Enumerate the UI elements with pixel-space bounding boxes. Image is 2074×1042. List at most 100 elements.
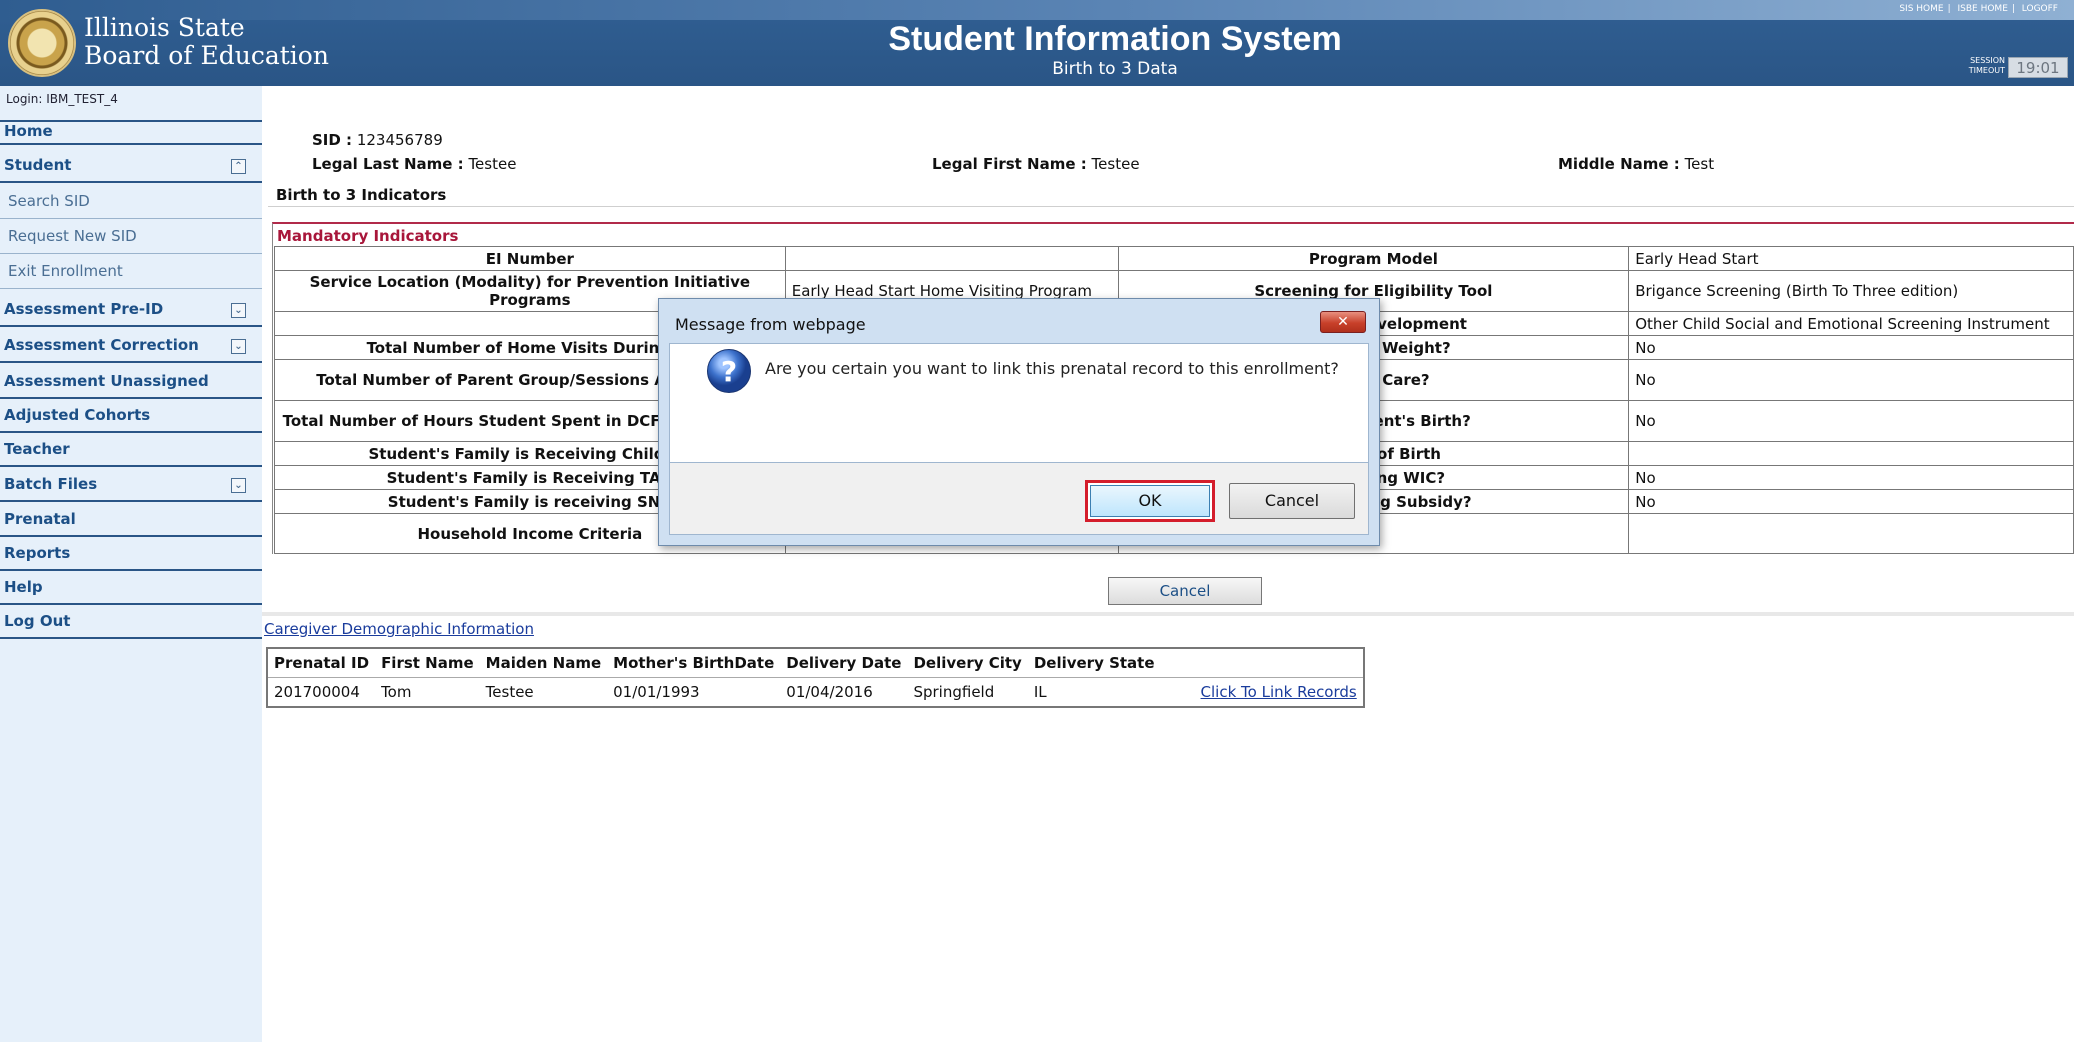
column-header: Delivery State — [1027, 648, 1161, 678]
nav-home-label: Home — [4, 122, 53, 140]
column-header: Prenatal ID — [267, 648, 376, 678]
sidebar: Login: IBM_TEST_4 Home Student ⌃ Search S… — [0, 86, 262, 1042]
nav-batch-files[interactable]: Batch Files ⌄ — [0, 475, 262, 502]
mandatory-title: Mandatory Indicators — [277, 227, 459, 245]
nav-adjusted-cohorts[interactable]: Adjusted Cohorts — [0, 406, 262, 433]
nav-request-new-sid-label: Request New SID — [8, 227, 137, 245]
nav-assessment-correction[interactable]: Assessment Correction ⌄ — [0, 336, 262, 363]
delivery-state: IL — [1033, 683, 1047, 701]
birth3-section-title: Birth to 3 Indicators — [276, 186, 447, 204]
nav-exit-enrollment-label: Exit Enrollment — [8, 262, 123, 280]
org-name-line2: Board of Education — [84, 41, 329, 70]
session-label-line1: SESSION — [1970, 56, 2005, 65]
expand-icon[interactable]: ⌄ — [231, 303, 246, 318]
dialog-title: Message from webpage — [675, 315, 866, 334]
nav-help-label: Help — [4, 578, 43, 596]
session-timeout-label: SESSION TIMEOUT — [1955, 56, 2005, 76]
org-name-line1: Illinois State — [84, 13, 245, 42]
nav-log-out[interactable]: Log Out — [0, 612, 262, 639]
expand-icon[interactable]: ⌄ — [231, 478, 246, 493]
app-header: Illinois State Board of Education Studen… — [0, 0, 2074, 86]
close-icon[interactable]: ✕ — [1320, 311, 1366, 333]
middle-name-value: Test — [1684, 155, 1715, 173]
indicator-value — [1628, 441, 2074, 466]
nav-teacher[interactable]: Teacher — [0, 440, 262, 467]
link-cell: Click To Link Records — [1161, 678, 1364, 708]
delivery-date: 01/04/2016 — [786, 683, 873, 701]
ok-button-label: OK — [1090, 485, 1210, 517]
first-name-field: Legal First Name : Testee — [932, 155, 1140, 173]
last-name-value: Testee — [468, 155, 517, 173]
nav-batch-files-label: Batch Files — [4, 475, 98, 493]
nav-student-label: Student — [4, 156, 72, 174]
indicator-value: Other Child Social and Emotional Screeni… — [1628, 311, 2074, 336]
indicator-value — [784, 246, 1119, 271]
expand-icon[interactable]: ⌄ — [231, 339, 246, 354]
page-subtitle: Birth to 3 Data — [1052, 59, 1178, 79]
nav-home[interactable]: Home — [0, 120, 262, 145]
session-timer: 19:01 — [2008, 57, 2068, 78]
indicator-value — [1628, 513, 2074, 554]
nav-assessment-pre-id-label: Assessment Pre-ID — [4, 300, 164, 318]
login-label: Login: IBM_TEST_4 — [6, 92, 118, 106]
nav-adjusted-cohorts-label: Adjusted Cohorts — [4, 406, 151, 424]
column-header: Maiden Name — [479, 648, 608, 678]
nav-student[interactable]: Student ⌃ — [0, 156, 262, 183]
dialog-message: Are you certain you want to link this pr… — [765, 359, 1339, 378]
indicator-value: Brigance Screening (Birth To Three editi… — [1628, 270, 2074, 312]
nav-assessment-pre-id[interactable]: Assessment Pre-ID ⌄ — [0, 300, 262, 327]
last-name-label: Legal Last Name : — [312, 155, 464, 173]
nav-request-new-sid[interactable]: Request New SID — [0, 227, 262, 254]
session-label-line2: TIMEOUT — [1968, 66, 2005, 75]
prenatal-table: Prenatal ID First Name Maiden Name Mothe… — [266, 647, 1365, 708]
nav-exit-enrollment[interactable]: Exit Enrollment — [0, 262, 262, 289]
sid-field: SID : 123456789 — [312, 131, 443, 149]
indicator-label: EI Number — [274, 246, 786, 271]
nav-search-sid-label: Search SID — [8, 192, 90, 210]
indicator-value: No — [1628, 489, 2074, 514]
prenatal-id: 201700004 — [274, 683, 360, 701]
nav-prenatal-label: Prenatal — [4, 510, 76, 528]
nav-prenatal[interactable]: Prenatal — [0, 510, 262, 537]
cancel-button[interactable]: Cancel — [1108, 577, 1262, 605]
column-header: Delivery City — [907, 648, 1028, 678]
dialog-cancel-button[interactable]: Cancel — [1229, 483, 1355, 519]
caregiver-demographic-link[interactable]: Caregiver Demographic Information — [264, 620, 534, 638]
maiden-name: Testee — [485, 683, 534, 701]
indicator-value: No — [1628, 359, 2074, 401]
org-name: Illinois State Board of Education — [84, 14, 329, 70]
column-header: Mother's BirthDate — [607, 648, 781, 678]
nav-search-sid[interactable]: Search SID — [0, 192, 262, 219]
mother-birthdate: 01/01/1993 — [613, 683, 700, 701]
link-records-link[interactable]: Click To Link Records — [1201, 683, 1357, 701]
last-name-field: Legal Last Name : Testee — [312, 155, 516, 173]
sid-label: SID : — [312, 131, 353, 149]
table-row: 201700004 Tom Testee 01/01/1993 01/04/20… — [267, 678, 1364, 708]
isbe-seal-icon — [8, 9, 76, 77]
nav-assessment-unassigned[interactable]: Assessment Unassigned — [0, 372, 262, 399]
middle-name-field: Middle Name : Test — [1558, 155, 1714, 173]
table-row: EI Number Program Model Early Head Start — [274, 246, 2074, 271]
isbe-home-link[interactable]: ISBE HOME — [1957, 4, 2007, 14]
nav-assessment-unassigned-label: Assessment Unassigned — [4, 372, 209, 390]
column-header — [1160, 648, 1364, 678]
nav-reports[interactable]: Reports — [0, 544, 262, 571]
section-divider — [268, 206, 2074, 207]
middle-name-label: Middle Name : — [1558, 155, 1680, 173]
sid-value: 123456789 — [356, 131, 443, 149]
first-name: Tom — [381, 683, 412, 701]
collapse-icon[interactable]: ⌃ — [231, 159, 246, 174]
indicator-value: Early Head Start — [1628, 246, 2074, 271]
app-title: Student Information System — [888, 20, 1342, 58]
indicator-value: No — [1628, 335, 2074, 360]
nav-reports-label: Reports — [4, 544, 71, 562]
confirm-dialog: Message from webpage ✕ ? Are you certain… — [658, 298, 1380, 546]
column-header: Delivery Date — [780, 648, 908, 678]
nav-help[interactable]: Help — [0, 578, 262, 605]
column-header: First Name — [375, 648, 480, 678]
table-header-row: Prenatal ID First Name Maiden Name Mothe… — [267, 648, 1364, 678]
indicator-value: No — [1628, 465, 2074, 490]
sis-home-link[interactable]: SIS HOME — [1899, 4, 1943, 14]
ok-button[interactable]: OK — [1085, 480, 1215, 522]
logoff-link[interactable]: LOGOFF — [2022, 4, 2058, 14]
